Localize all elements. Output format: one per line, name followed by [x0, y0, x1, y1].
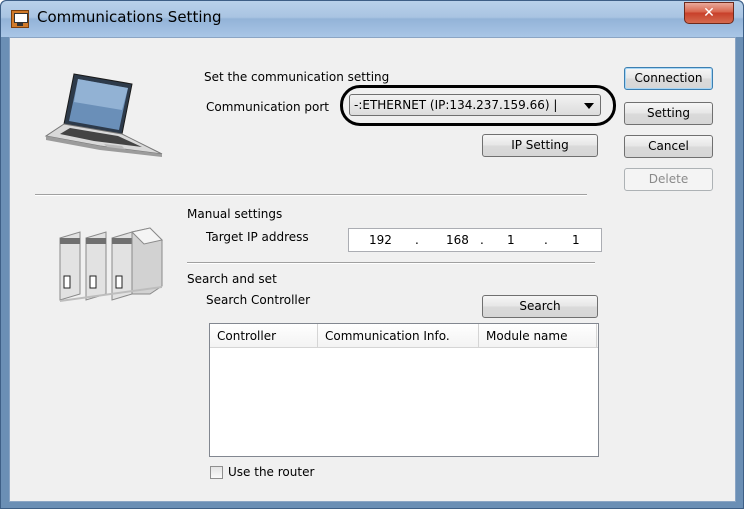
- connection-button[interactable]: Connection: [624, 67, 713, 90]
- use-router-label[interactable]: Use the router: [228, 465, 314, 479]
- column-header-communication-info[interactable]: Communication Info.: [318, 324, 479, 348]
- ip-octet-2: 168: [446, 233, 469, 247]
- communication-port-value: -:ETHERNET (IP:134.237.159.66) |: [354, 98, 558, 112]
- communication-port-select[interactable]: -:ETHERNET (IP:134.237.159.66) |: [349, 94, 601, 116]
- target-ip-label: Target IP address: [206, 230, 309, 244]
- app-icon: [11, 10, 29, 28]
- controller-list[interactable]: Controller Communication Info. Module na…: [209, 323, 599, 457]
- ip-dot: .: [480, 233, 484, 247]
- communication-port-label: Communication port: [206, 100, 329, 114]
- ip-octet-1: 192: [369, 233, 392, 247]
- column-header-controller[interactable]: Controller: [210, 324, 318, 348]
- delete-button[interactable]: Delete: [624, 168, 713, 191]
- plc-controller-icon: [59, 227, 163, 302]
- target-ip-input[interactable]: 192 . 168 . 1 . 1: [348, 228, 602, 252]
- connection-heading: Set the communication setting: [204, 70, 390, 84]
- chevron-down-icon: [584, 103, 594, 109]
- laptop-icon: [44, 73, 163, 157]
- search-heading: Search and set: [187, 272, 277, 286]
- search-controller-label: Search Controller: [206, 293, 311, 307]
- section-divider: [35, 194, 587, 196]
- title-bar[interactable]: Communications Setting ✕: [1, 1, 743, 37]
- dialog-client-area: Set the communication setting Communicat…: [9, 37, 736, 502]
- manual-settings-heading: Manual settings: [187, 207, 283, 221]
- ip-octet-3: 1: [507, 233, 515, 247]
- window-title: Communications Setting: [37, 8, 222, 26]
- dialog-window: Communications Setting ✕ Set the communi…: [0, 0, 744, 509]
- ip-octet-4: 1: [572, 233, 580, 247]
- ip-dot: .: [544, 233, 548, 247]
- close-button[interactable]: ✕: [684, 2, 734, 24]
- use-router-checkbox[interactable]: [210, 466, 223, 479]
- setting-button[interactable]: Setting: [624, 102, 713, 125]
- list-header: Controller Communication Info. Module na…: [210, 324, 598, 348]
- column-header-module-name[interactable]: Module name: [479, 324, 597, 348]
- cancel-button[interactable]: Cancel: [624, 135, 713, 158]
- ip-dot: .: [415, 233, 419, 247]
- search-button[interactable]: Search: [482, 295, 598, 318]
- search-divider: [187, 262, 595, 264]
- ip-setting-button[interactable]: IP Setting: [482, 134, 598, 157]
